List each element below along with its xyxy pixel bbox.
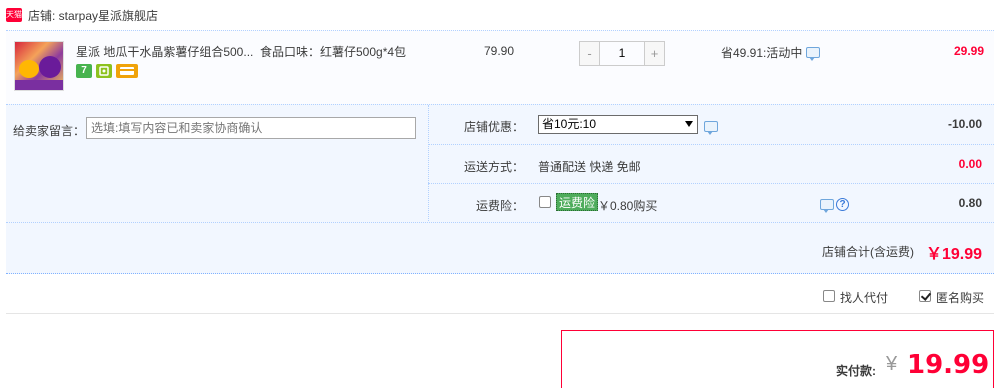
quantity-stepper: - 1 + — [579, 41, 665, 66]
service-tags: 7 — [76, 64, 138, 78]
insurance-fee-value: 0.80 — [958, 196, 982, 210]
insurance-row: 运费险： 运费险 ￥0.80购买 ? 0.80 — [428, 183, 994, 223]
seller-memo-input[interactable] — [86, 117, 416, 139]
quantity-input[interactable]: 1 — [600, 41, 644, 66]
insurance-checkbox[interactable] — [539, 196, 551, 208]
currency-symbol: ¥ — [886, 353, 898, 375]
product-title-link[interactable]: 星派 地瓜干水晶紫薯仔组合500... — [76, 43, 253, 60]
coupon-label: 店铺优惠： — [463, 120, 524, 134]
product-sku: 食品口味：红薯仔500g*4包 — [260, 45, 407, 59]
quantity-decrease-button[interactable]: - — [579, 41, 600, 66]
shop-total-label: 店铺合计(含运费) — [822, 245, 914, 259]
credit-card-icon[interactable] — [116, 64, 138, 78]
shipping-row: 运送方式： 普通配送 快递 免邮 0.00 — [428, 144, 994, 183]
coupon-discount-value: -10.00 — [947, 117, 982, 131]
insurance-help-icons: ? — [820, 198, 849, 213]
product-thumbnail[interactable] — [14, 41, 64, 91]
shipping-fee-value: 0.00 — [958, 157, 982, 171]
chat-icon[interactable] — [704, 121, 718, 135]
promotion-text: 省49.91:活动中 — [721, 46, 803, 60]
insurance-label: 运费险： — [475, 199, 524, 213]
item-subtotal: 29.99 — [953, 44, 984, 58]
memo-label: 给卖家留言： — [13, 124, 86, 138]
coupon-select[interactable]: 省10元:10 — [538, 115, 698, 134]
actual-payment-label: 实付款: — [836, 364, 876, 378]
shop-name-link[interactable]: 店铺: starpay星派旗舰店 — [28, 7, 158, 24]
thumbnail-decoration — [19, 60, 39, 78]
proxy-pay-checkbox[interactable] — [823, 290, 835, 302]
order-options-panel: 给卖家留言： 店铺优惠： 省10元:10 -10.00 运送方式： 普通配送 快… — [6, 104, 994, 223]
shipping-label: 运送方式： — [463, 160, 524, 174]
thumbnail-decoration — [39, 56, 61, 78]
actual-payment-amount: 19.99 — [907, 350, 990, 380]
anonymous-purchase-label[interactable]: 匿名购买 — [936, 289, 984, 306]
service-badge-icon[interactable] — [96, 64, 112, 78]
thumbnail-decoration — [15, 80, 63, 90]
chat-icon[interactable] — [806, 47, 821, 61]
help-icon[interactable]: ? — [836, 198, 849, 211]
promotion-info: 省49.91:活动中 — [721, 44, 821, 61]
insurance-tag[interactable]: 运费险 — [556, 193, 599, 211]
anonymous-purchase-checkbox[interactable] — [919, 290, 931, 302]
shop-header: 天猫 店铺: starpay星派旗舰店 — [0, 0, 996, 30]
order-item-row: 星派 地瓜干水晶紫薯仔组合500... 食品口味：红薯仔500g*4包 7 79… — [6, 30, 994, 104]
tmall-icon: 天猫 — [6, 8, 22, 22]
proxy-pay-label[interactable]: 找人代付 — [840, 289, 888, 306]
quantity-increase-button[interactable]: + — [644, 41, 665, 66]
coupon-row: 店铺优惠： 省10元:10 -10.00 — [428, 105, 994, 144]
payment-options-row: 找人代付 匿名购买 — [6, 280, 994, 314]
unit-price: 79.90 — [484, 44, 515, 58]
shop-total-row: 店铺合计(含运费) ￥19.99 — [6, 222, 994, 274]
shop-total-amount: ￥19.99 — [925, 246, 982, 263]
seven-day-return-icon[interactable]: 7 — [76, 64, 92, 78]
actual-payment-box: 实付款: ¥ 19.99 — [561, 330, 994, 388]
chat-icon[interactable] — [820, 199, 834, 213]
coupon-selected-value: 省10元:10 — [542, 117, 597, 131]
dropdown-arrow-icon — [685, 121, 693, 127]
insurance-price: ￥0.80购买 — [598, 199, 658, 213]
shipping-method: 普通配送 快递 免邮 — [538, 160, 641, 174]
